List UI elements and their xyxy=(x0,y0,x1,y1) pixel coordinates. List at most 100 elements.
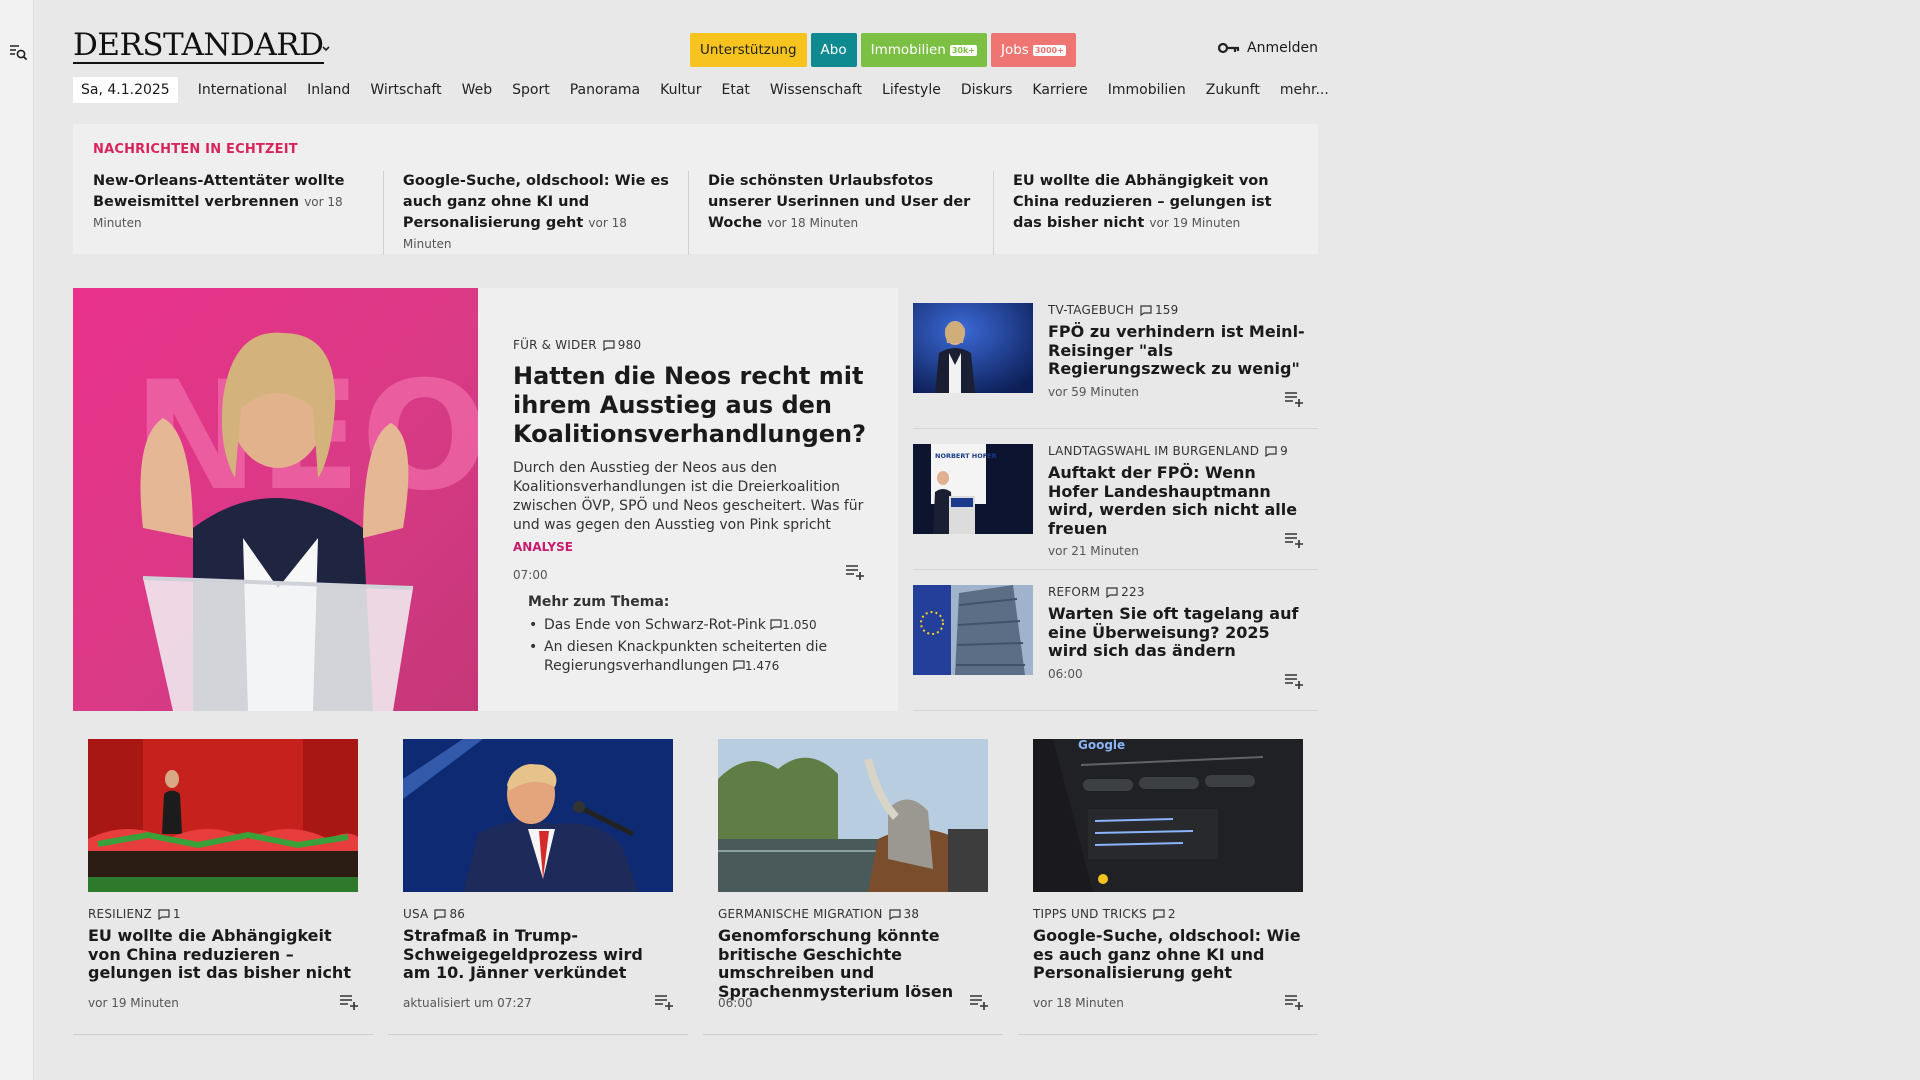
nav-item-panorama[interactable]: Panorama xyxy=(570,82,640,98)
chevron-down-icon[interactable] xyxy=(319,42,333,56)
current-date: Sa, 4.1.2025 xyxy=(73,77,178,103)
site-logo[interactable]: DERSTANDARD xyxy=(73,30,324,64)
side-article-comment-count: 9 xyxy=(1280,444,1288,458)
side-article-kicker: REFORM 223 xyxy=(1048,585,1308,599)
article-card-kicker-label: GERMANISCHE MIGRATION xyxy=(718,907,883,921)
article-card-comments[interactable]: 1 xyxy=(158,907,181,921)
side-article-comments[interactable]: 159 xyxy=(1140,303,1179,317)
hero-tag: ANALYSE xyxy=(513,540,573,554)
side-article-title[interactable]: FPÖ zu verhindern ist Meinl-Reisinger "a… xyxy=(1048,322,1308,379)
nav-item-karriere[interactable]: Karriere xyxy=(1032,82,1087,98)
nav-item-more[interactable]: mehr... xyxy=(1280,82,1329,98)
add-to-reading-list-icon[interactable] xyxy=(1284,391,1304,407)
immobilien-button[interactable]: Immobilien 30k+ xyxy=(860,33,987,67)
nav-item-kultur[interactable]: Kultur xyxy=(660,82,701,98)
support-button[interactable]: Unterstützung xyxy=(690,33,807,67)
hero-time: 07:00 xyxy=(513,568,548,582)
article-card-title[interactable]: Google-Suche, oldschool: Wie es auch gan… xyxy=(1033,926,1303,983)
side-article-title[interactable]: Auftakt der FPÖ: Wenn Hofer Landeshauptm… xyxy=(1048,463,1308,538)
nav-item-immobilien[interactable]: Immobilien xyxy=(1108,82,1186,98)
side-article-title[interactable]: Warten Sie oft tagelang auf eine Überwei… xyxy=(1048,604,1308,661)
related-link-comments: 1.050 xyxy=(782,618,817,632)
article-card-title[interactable]: Strafmaß in Trump-Schweigegeldprozess wi… xyxy=(403,926,673,983)
add-to-reading-list-icon[interactable] xyxy=(1284,673,1304,689)
side-article-comments[interactable]: 9 xyxy=(1265,444,1288,458)
ticker-item[interactable]: Google-Suche, oldschool: Wie es auch gan… xyxy=(382,171,688,255)
article-card-comment-count: 1 xyxy=(172,907,181,921)
related-topics: Mehr zum Thema: Das Ende von Schwarz-Rot… xyxy=(513,594,870,676)
related-topics-heading: Mehr zum Thema: xyxy=(528,594,670,610)
login-button[interactable]: Anmelden xyxy=(1218,40,1318,56)
jobs-count-badge: 3000+ xyxy=(1032,44,1066,56)
nav-item-lifestyle[interactable]: Lifestyle xyxy=(882,82,941,98)
add-to-reading-list-icon[interactable] xyxy=(339,994,359,1010)
hero-kicker-label: FÜR & WIDER xyxy=(513,338,597,352)
nav-item-international[interactable]: International xyxy=(198,82,287,98)
card-image-text: Google xyxy=(1078,739,1125,752)
comment-icon xyxy=(733,660,745,671)
article-card-kicker-label: RESILIENZ xyxy=(88,907,152,921)
article-card-kicker: RESILIENZ 1 xyxy=(88,907,358,921)
abo-button[interactable]: Abo xyxy=(810,33,857,67)
comment-icon xyxy=(158,908,170,920)
article-card-image[interactable] xyxy=(403,739,673,892)
add-to-reading-list-icon[interactable] xyxy=(654,994,674,1010)
nav-item-etat[interactable]: Etat xyxy=(722,82,750,98)
key-icon xyxy=(1218,42,1240,54)
article-card-comment-count: 86 xyxy=(449,907,466,921)
article-card: Google TIPPS UND TRICKS 2 Google-Suche, o… xyxy=(1018,739,1318,1035)
comment-icon xyxy=(434,908,447,920)
article-card: RESILIENZ 1 EU wollte die Abhängigkeit vo… xyxy=(73,739,373,1035)
nav-item-wissenschaft[interactable]: Wissenschaft xyxy=(770,82,862,98)
ticker-item[interactable]: Die schönsten Urlaubsfotos unserer Useri… xyxy=(687,171,993,255)
article-card: GERMANISCHE MIGRATION 38 Genomforschung k… xyxy=(703,739,1003,1035)
article-card-image[interactable] xyxy=(88,739,358,892)
add-to-reading-list-icon[interactable] xyxy=(1284,532,1304,548)
side-article-image[interactable] xyxy=(913,585,1033,675)
hero-title[interactable]: Hatten die Neos recht mit ihrem Ausstieg… xyxy=(513,362,870,449)
nav-item-web[interactable]: Web xyxy=(462,82,493,98)
side-article: NORBERT HOFER LANDTAGSWAHL IM BURGENLAND… xyxy=(913,429,1318,570)
hero-comments[interactable]: 980 xyxy=(603,338,642,352)
article-card-title[interactable]: Genomforschung könnte britische Geschich… xyxy=(718,926,988,1001)
article-card-comments[interactable]: 2 xyxy=(1153,907,1176,921)
immobilien-label: Immobilien xyxy=(870,42,946,58)
article-card-image[interactable] xyxy=(718,739,988,892)
ticker-item[interactable]: New-Orleans-Attentäter wollte Beweismitt… xyxy=(93,171,383,255)
nav-item-diskurs[interactable]: Diskurs xyxy=(961,82,1013,98)
article-card-comments[interactable]: 86 xyxy=(434,907,465,921)
related-link-title: An diesen Knackpunkten scheiterten die R… xyxy=(544,639,828,674)
menu-search-icon[interactable] xyxy=(8,42,28,62)
side-article-image[interactable] xyxy=(913,303,1033,393)
hero-comment-count: 980 xyxy=(617,338,642,352)
nav-item-inland[interactable]: Inland xyxy=(307,82,350,98)
ticker-item-time: vor 19 Minuten xyxy=(1149,216,1241,230)
article-card-comments[interactable]: 38 xyxy=(888,907,920,921)
ticker-item[interactable]: EU wollte die Abhängigkeit von China red… xyxy=(992,171,1298,255)
side-article-kicker-label: TV-TAGEBUCH xyxy=(1048,303,1134,317)
article-card-kicker-label: USA xyxy=(403,907,429,921)
related-link[interactable]: An diesen Knackpunkten scheiterten die R… xyxy=(528,638,870,676)
site-header: DERSTANDARD Unterstützung Abo Immobilien… xyxy=(73,0,1318,68)
hero-image[interactable]: NEOS xyxy=(73,288,478,711)
ticker-item-time: vor 18 Minuten xyxy=(767,216,859,230)
side-article-image[interactable]: NORBERT HOFER xyxy=(913,444,1033,534)
comment-icon xyxy=(770,619,782,630)
add-to-reading-list-icon[interactable] xyxy=(1284,994,1304,1010)
side-article-comments[interactable]: 223 xyxy=(1106,585,1145,599)
nav-item-zukunft[interactable]: Zukunft xyxy=(1206,82,1260,98)
jobs-button[interactable]: Jobs 3000+ xyxy=(991,33,1076,67)
add-to-reading-list-icon[interactable] xyxy=(969,994,989,1010)
add-to-reading-list-icon[interactable] xyxy=(845,564,865,580)
related-link[interactable]: Das Ende von Schwarz-Rot-Pink 1.050 xyxy=(528,616,870,635)
article-card-kicker: GERMANISCHE MIGRATION 38 xyxy=(718,907,988,921)
jobs-label: Jobs xyxy=(1001,42,1029,58)
main-content: DERSTANDARD Unterstützung Abo Immobilien… xyxy=(73,0,1329,1035)
nav-item-wirtschaft[interactable]: Wirtschaft xyxy=(370,82,441,98)
article-card-time: vor 18 Minuten xyxy=(1033,996,1124,1010)
article-card-image[interactable]: Google xyxy=(1033,739,1303,892)
comment-icon xyxy=(1153,908,1165,920)
nav-item-sport[interactable]: Sport xyxy=(512,82,550,98)
article-card: USA 86 Strafmaß in Trump-Schweigegeldproz… xyxy=(388,739,688,1035)
article-card-title[interactable]: EU wollte die Abhängigkeit von China red… xyxy=(88,926,358,983)
